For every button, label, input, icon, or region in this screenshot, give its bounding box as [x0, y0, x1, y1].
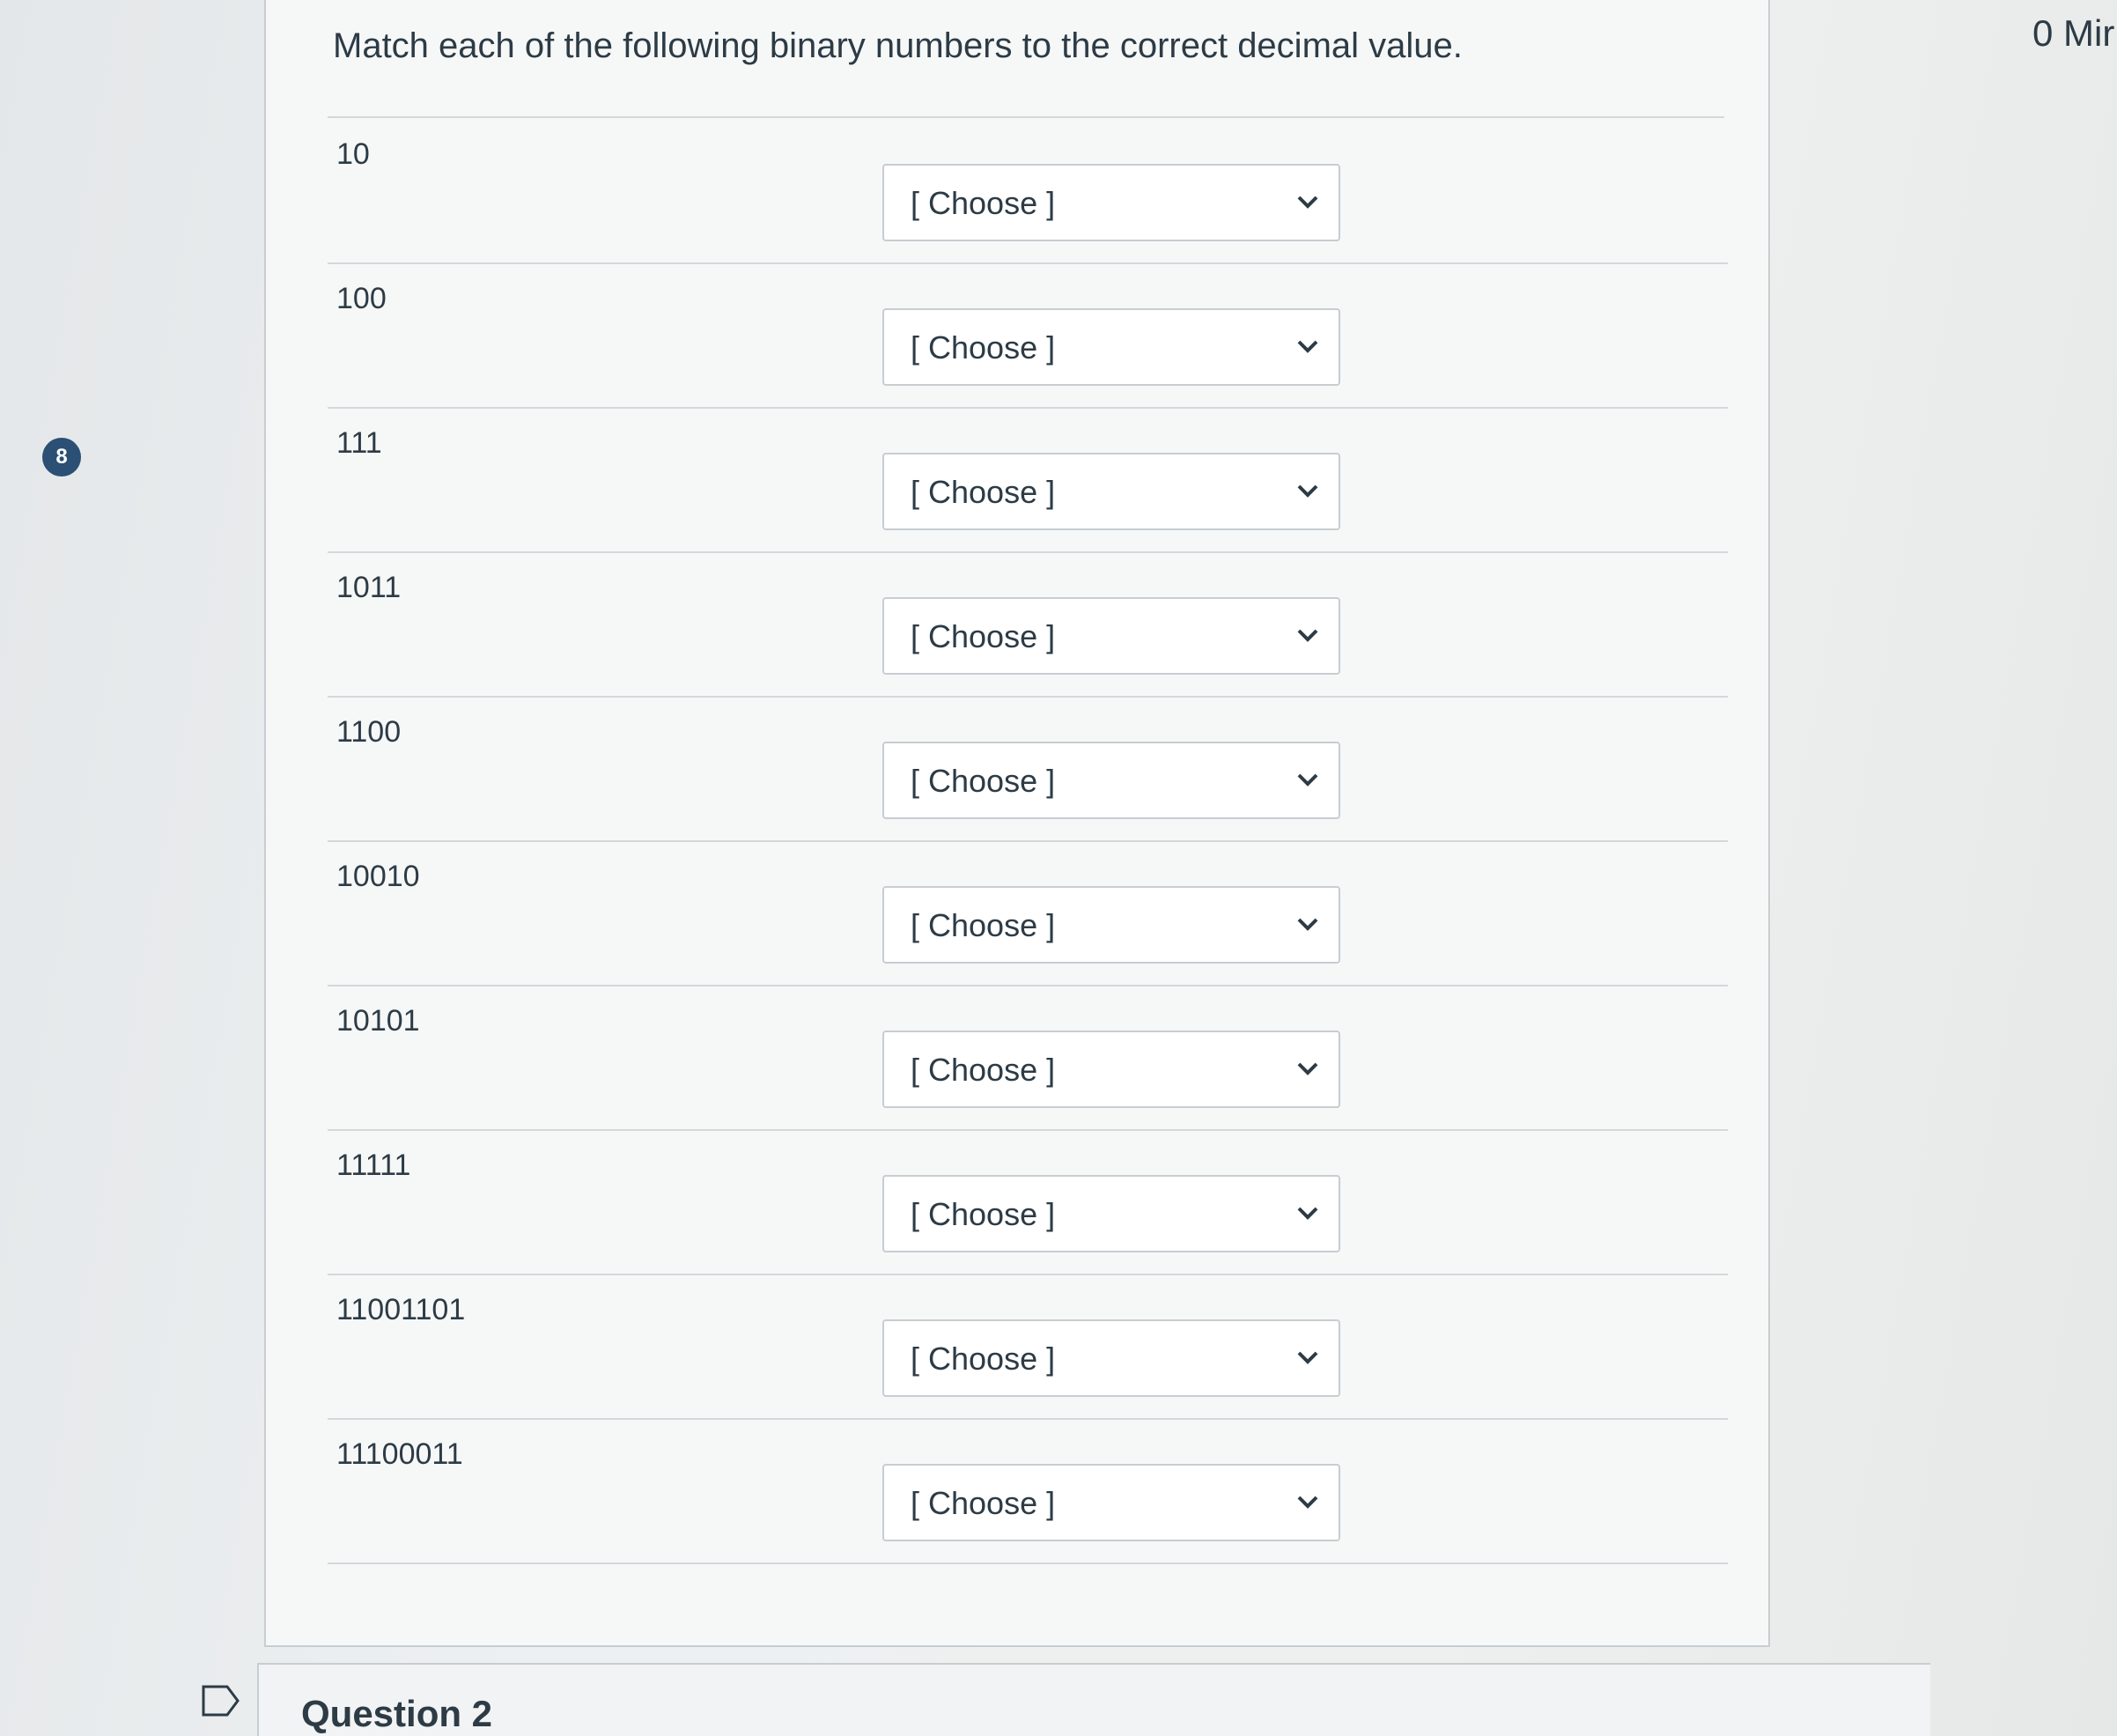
answer-dropdown[interactable]: [ Choose ] — [882, 453, 1340, 530]
binary-value: 11111 — [336, 1149, 411, 1182]
answer-dropdown[interactable]: [ Choose ] — [882, 597, 1340, 675]
chevron-down-icon — [1297, 773, 1318, 787]
dropdown-selected-value: [ Choose ] — [911, 185, 1056, 221]
answer-row: 100 [ Choose ] — [328, 262, 1728, 409]
answer-row: 11001101 [ Choose ] — [328, 1274, 1728, 1420]
answer-dropdown[interactable]: [ Choose ] — [882, 308, 1340, 386]
answer-dropdown[interactable]: [ Choose ] — [882, 886, 1340, 964]
binary-value: 10 — [336, 137, 370, 171]
binary-value: 1100 — [336, 715, 402, 749]
question-card: Match each of the following binary numbe… — [264, 0, 1770, 1647]
dropdown-selected-value: [ Choose ] — [911, 1485, 1056, 1521]
chevron-down-icon — [1297, 629, 1318, 642]
answer-dropdown[interactable]: [ Choose ] — [882, 742, 1340, 819]
dropdown-selected-value: [ Choose ] — [911, 907, 1056, 943]
dropdown-selected-value: [ Choose ] — [911, 329, 1056, 366]
chevron-down-icon — [1297, 196, 1318, 209]
question-2-card: Question 2 — [257, 1663, 1930, 1736]
chevron-down-icon — [1297, 1207, 1318, 1220]
chevron-down-icon — [1297, 484, 1318, 498]
binary-value: 11001101 — [336, 1293, 466, 1326]
answer-row: 111 [ Choose ] — [328, 407, 1728, 553]
binary-value: 100 — [336, 282, 387, 315]
answer-dropdown[interactable]: [ Choose ] — [882, 1031, 1340, 1108]
chevron-down-icon — [1297, 1351, 1318, 1364]
binary-value: 11100011 — [336, 1437, 463, 1471]
answer-row: 1011 [ Choose ] — [328, 551, 1728, 698]
flag-question-icon[interactable] — [201, 1684, 241, 1718]
question-number-badge: 8 — [42, 438, 81, 476]
binary-value: 10010 — [336, 860, 420, 893]
dropdown-selected-value: [ Choose ] — [911, 1052, 1056, 1088]
timer-label: 0 Mir — [2032, 12, 2115, 54]
dropdown-selected-value: [ Choose ] — [911, 474, 1056, 510]
chevron-down-icon — [1297, 1496, 1318, 1509]
answer-row: 10010 [ Choose ] — [328, 840, 1728, 986]
answer-dropdown[interactable]: [ Choose ] — [882, 164, 1340, 241]
binary-value: 10101 — [336, 1004, 420, 1038]
dropdown-selected-value: [ Choose ] — [911, 763, 1056, 799]
binary-value: 1011 — [336, 571, 402, 604]
answer-row: 11111 [ Choose ] — [328, 1129, 1728, 1275]
answer-dropdown[interactable]: [ Choose ] — [882, 1319, 1340, 1397]
chevron-down-icon — [1297, 340, 1318, 353]
dropdown-selected-value: [ Choose ] — [911, 1341, 1056, 1377]
answer-row: 10 [ Choose ] — [328, 118, 1728, 264]
chevron-down-icon — [1297, 1062, 1318, 1075]
dropdown-selected-value: [ Choose ] — [911, 1196, 1056, 1232]
quiz-page: 8 0 Mir Match each of the following bina… — [0, 0, 2117, 1736]
answer-row: 11100011 [ Choose ] — [328, 1418, 1728, 1564]
binary-value: 111 — [336, 426, 382, 460]
answer-row: 1100 [ Choose ] — [328, 696, 1728, 842]
answer-dropdown[interactable]: [ Choose ] — [882, 1175, 1340, 1252]
chevron-down-icon — [1297, 918, 1318, 931]
answer-row: 10101 [ Choose ] — [328, 985, 1728, 1131]
question-prompt: Match each of the following binary numbe… — [333, 26, 1463, 65]
next-question-area: Question 2 — [0, 1656, 2117, 1736]
question-2-title: Question 2 — [301, 1693, 493, 1734]
answer-dropdown[interactable]: [ Choose ] — [882, 1464, 1340, 1541]
dropdown-selected-value: [ Choose ] — [911, 618, 1056, 654]
